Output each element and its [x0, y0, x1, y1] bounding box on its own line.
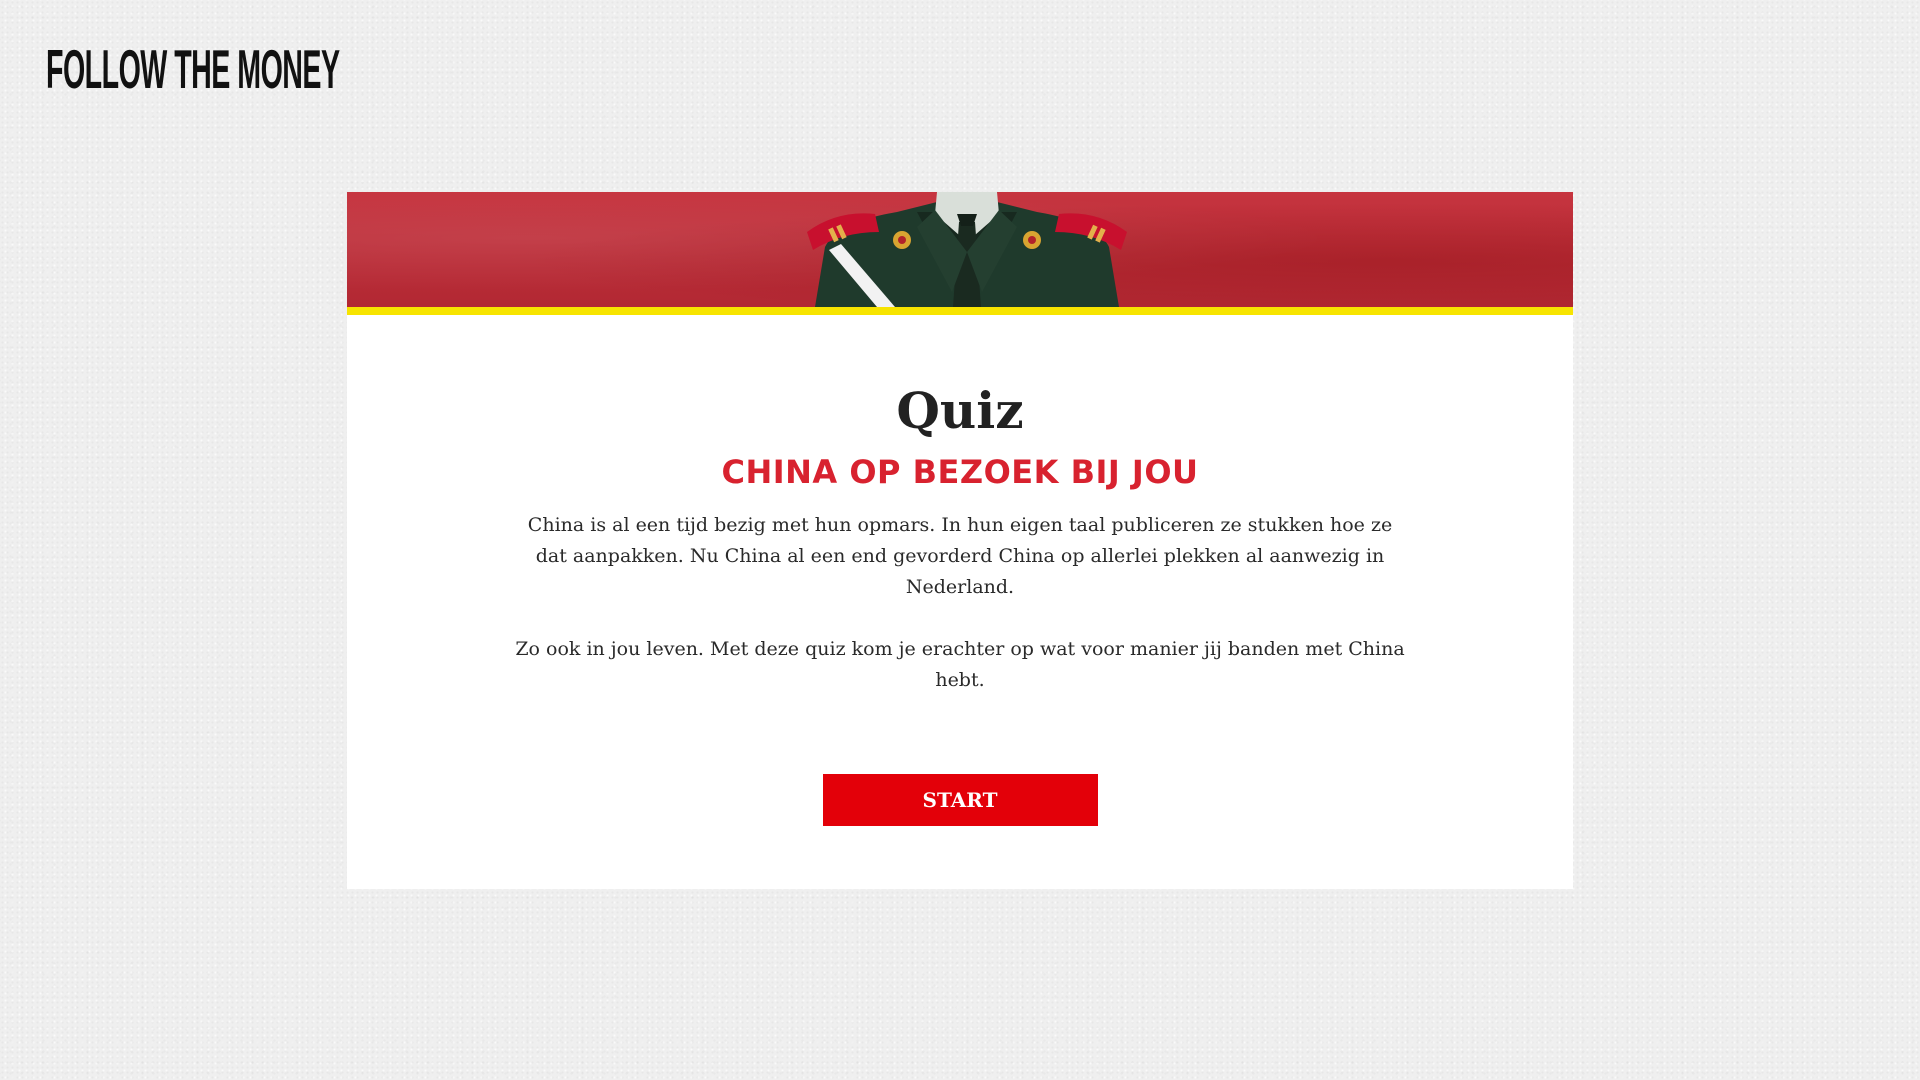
banner-stripe: [347, 307, 1573, 315]
quiz-description: China is al een tijd bezig met hun opmar…: [510, 510, 1410, 696]
soldier-illustration: [807, 192, 1127, 307]
intro-paragraph-1: China is al een tijd bezig met hun opmar…: [527, 514, 1393, 598]
start-button[interactable]: START: [822, 774, 1098, 826]
logo-follow-the-money[interactable]: FOLLOW THE MONEY: [46, 42, 340, 97]
quiz-card: Quiz CHINA OP BEZOEK BIJ JOU China is al…: [347, 192, 1573, 889]
quiz-subtitle: CHINA OP BEZOEK BIJ JOU: [721, 453, 1199, 491]
intro-paragraph-2: Zo ook in jou leven. Met deze quiz kom j…: [515, 638, 1405, 691]
quiz-title: Quiz: [896, 381, 1024, 440]
quiz-intro: Quiz CHINA OP BEZOEK BIJ JOU China is al…: [347, 315, 1573, 826]
banner-image: [347, 192, 1573, 307]
